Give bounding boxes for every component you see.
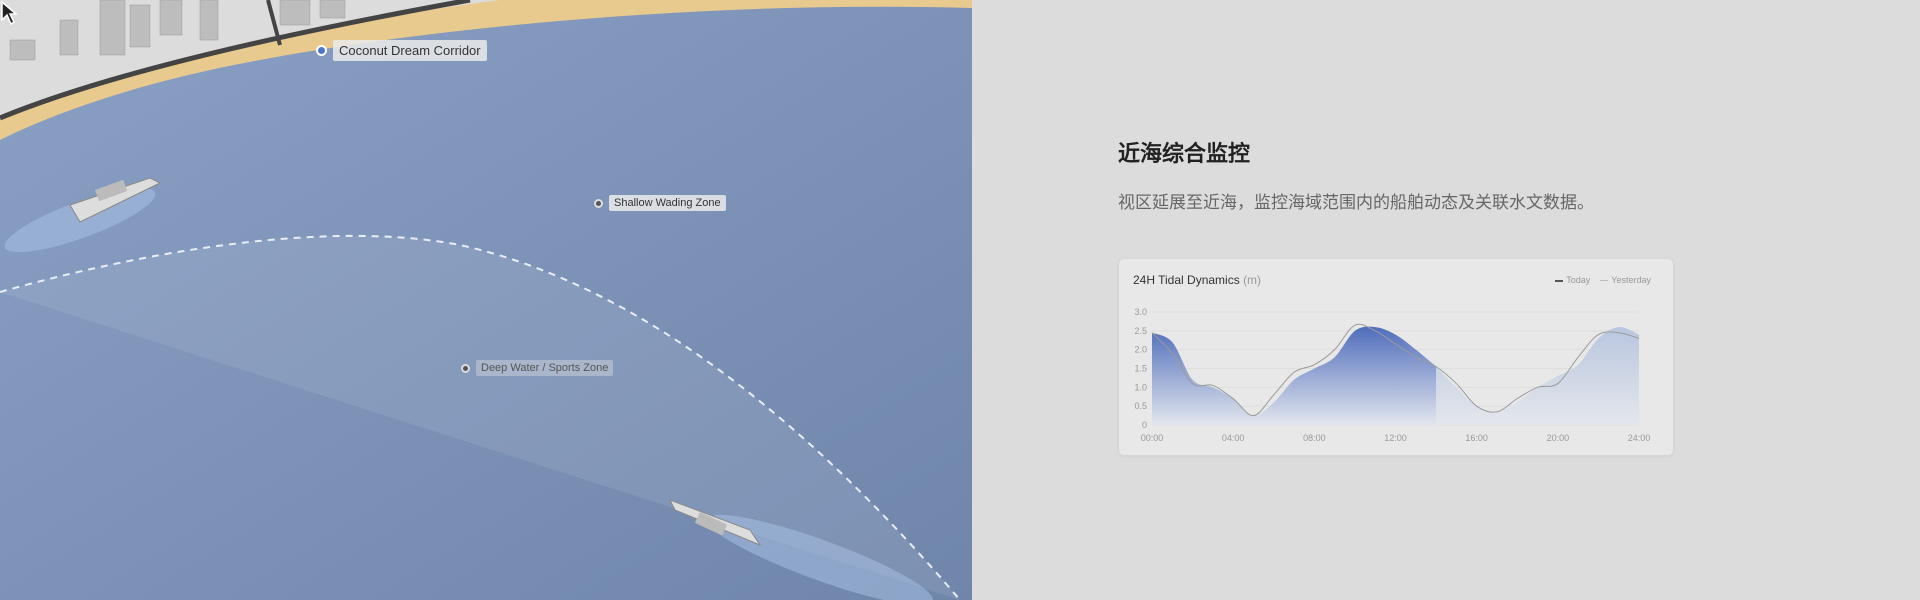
poi-dot-icon [316, 45, 327, 56]
tidal-chart-card: 0 0.5 1.0 1.5 2.0 2.5 3.0 00:00 04:00 08:00 12:00 1… [1118, 258, 1674, 456]
poi-deep-water-zone[interactable]: Deep Water / Sports Zone [461, 360, 614, 376]
map-canvas [0, 0, 972, 600]
poi-dot-icon [594, 198, 603, 208]
poi-dot-icon [461, 363, 470, 373]
panel-subtitle: 视区延展至近海，监控海域范围内的船舶动态及关联水文数据。 [1118, 193, 1594, 213]
legend-yesterday[interactable]: Yesterday [1600, 275, 1651, 285]
y-tick-label: 0 [1142, 420, 1147, 430]
x-tick-label: 00:00 [1141, 433, 1164, 443]
x-tick-label: 12:00 [1384, 433, 1407, 443]
legend-today[interactable]: Today [1555, 275, 1590, 285]
y-tick-label: 2.5 [1134, 326, 1147, 336]
chart-legend: Today Yesterday [1555, 275, 1651, 285]
y-tick-label: 1.5 [1134, 364, 1147, 374]
mouse-cursor-icon [1, 0, 18, 26]
y-tick-label: 3.0 [1134, 307, 1147, 317]
poi-coconut-dream-corridor[interactable]: Coconut Dream Corridor [316, 40, 487, 61]
x-tick-label: 24:00 [1628, 433, 1651, 443]
y-tick-label: 2.0 [1134, 345, 1147, 355]
poi-label: Deep Water / Sports Zone [476, 360, 614, 376]
x-tick-label: 04:00 [1222, 433, 1245, 443]
x-tick-label: 20:00 [1547, 433, 1570, 443]
info-panel: 近海综合监控 视区延展至近海，监控海域范围内的船舶动态及关联水文数据。 0 0.5… [972, 0, 1920, 600]
today-forecast-area [1436, 327, 1639, 425]
poi-label: Coconut Dream Corridor [333, 40, 487, 61]
map-view[interactable]: Coconut Dream Corridor Shallow Wading Zo… [0, 0, 972, 600]
x-tick-label: 16:00 [1465, 433, 1488, 443]
panel-title: 近海综合监控 [1118, 142, 1251, 167]
chart-title: 24H Tidal Dynamics (m) [1133, 273, 1262, 287]
y-tick-label: 0.5 [1134, 401, 1147, 411]
poi-shallow-wading-zone[interactable]: Shallow Wading Zone [594, 195, 726, 211]
x-tick-label: 08:00 [1303, 433, 1326, 443]
poi-label: Shallow Wading Zone [609, 195, 726, 211]
y-tick-label: 1.0 [1134, 382, 1147, 392]
today-area [1152, 326, 1437, 425]
tidal-chart: 0 0.5 1.0 1.5 2.0 2.5 3.0 00:00 04:00 08:00 12:00 1… [1134, 307, 1651, 443]
